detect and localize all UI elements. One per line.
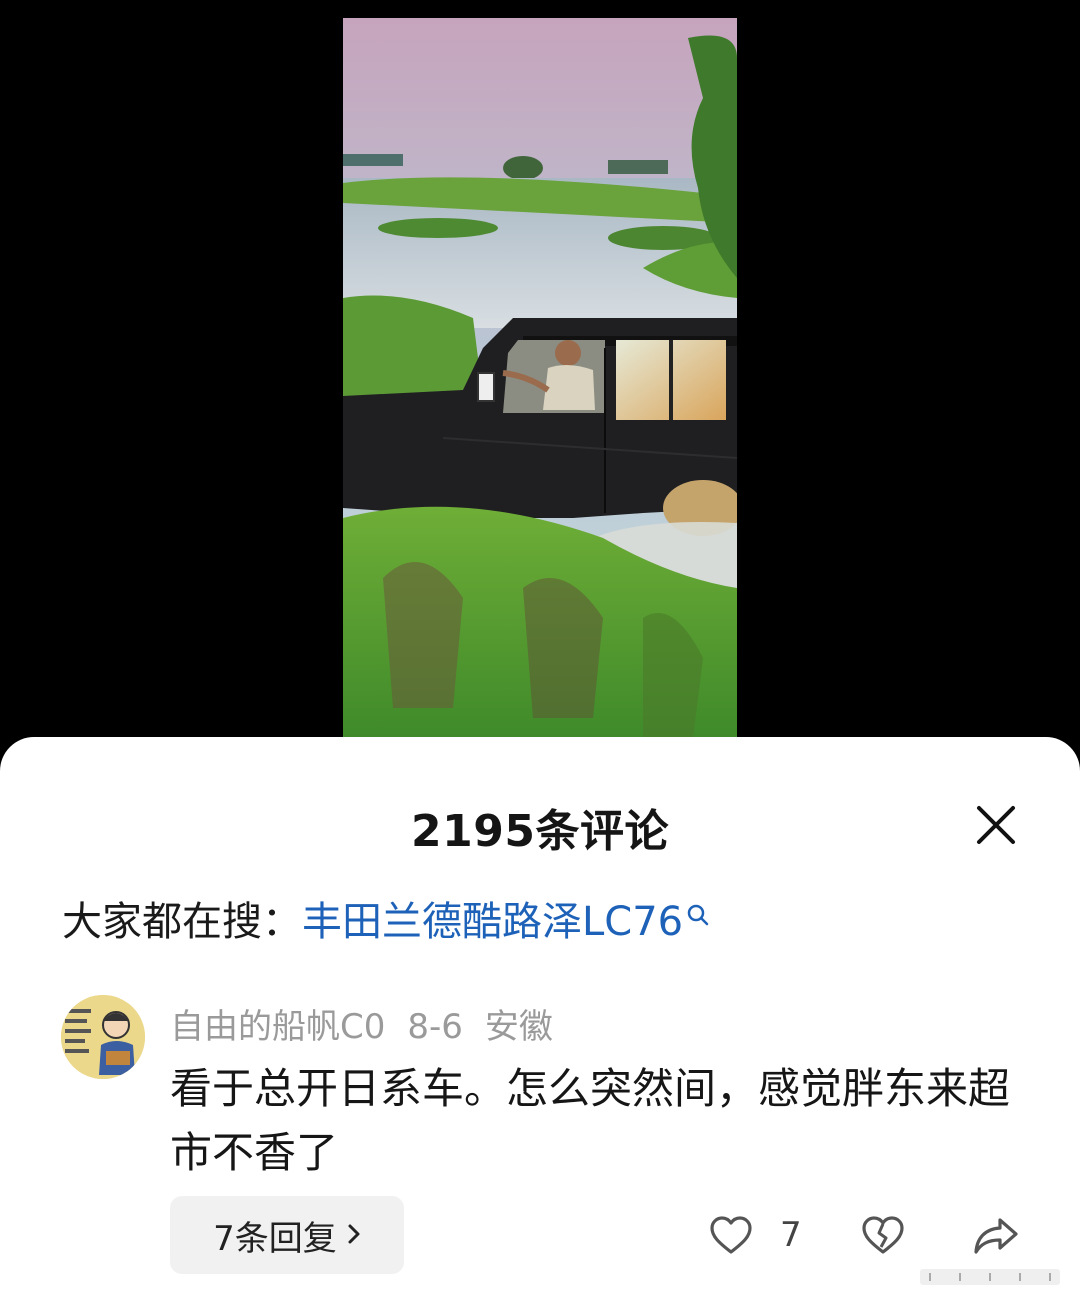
comments-sheet: 2195条评论 大家都在搜：丰田兰德酷路泽LC76 自由的船帆C0 8-6 安徽… bbox=[0, 737, 1080, 1313]
trending-search-row: 大家都在搜：丰田兰德酷路泽LC76 bbox=[62, 889, 711, 947]
video-frame[interactable] bbox=[343, 18, 737, 738]
chevron-right-icon bbox=[347, 1215, 361, 1255]
comment-body: 看于总开日系车。怎么突然间，感觉胖东来超市不香了 bbox=[170, 1064, 1011, 1177]
dislike-button[interactable] bbox=[860, 1211, 906, 1259]
broken-heart-icon bbox=[862, 1216, 904, 1254]
share-icon bbox=[974, 1218, 1018, 1254]
comment-meta: 自由的船帆C0 8-6 安徽 bbox=[170, 999, 575, 1048]
comments-count-title: 2195条评论 bbox=[411, 806, 669, 857]
heart-icon bbox=[710, 1216, 752, 1254]
trending-search-link[interactable]: 丰田兰德酷路泽LC76 bbox=[302, 899, 683, 945]
search-icon bbox=[685, 893, 711, 939]
avatar[interactable] bbox=[61, 995, 145, 1079]
share-button[interactable] bbox=[972, 1211, 1020, 1259]
comment-location: 安徽 bbox=[484, 1007, 553, 1047]
like-count: 7 bbox=[780, 1215, 802, 1255]
comment-date: 8-6 bbox=[407, 1007, 463, 1047]
close-icon bbox=[977, 806, 1015, 844]
view-replies-label: 7条回复 bbox=[213, 1218, 337, 1259]
watermark-overlay bbox=[920, 1267, 1060, 1287]
comment-username[interactable]: 自由的船帆C0 bbox=[170, 1007, 385, 1047]
view-replies-button[interactable]: 7条回复 bbox=[170, 1196, 404, 1274]
like-button[interactable]: 7 bbox=[708, 1211, 802, 1259]
close-button[interactable] bbox=[966, 795, 1026, 855]
trending-search-label: 大家都在搜： bbox=[62, 899, 302, 945]
